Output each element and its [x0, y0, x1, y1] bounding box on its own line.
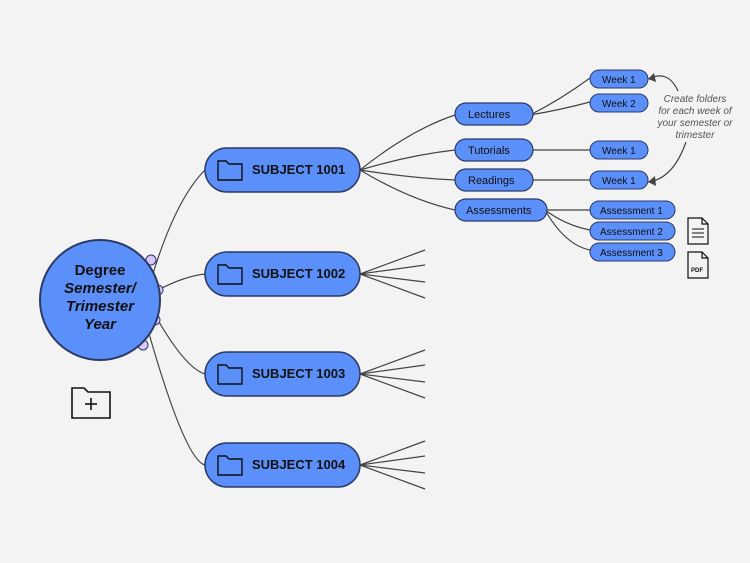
annotation-note: Create folders for each week of your sem…	[656, 94, 733, 141]
subject-label: SUBJECT 1002	[252, 266, 345, 281]
edge-stub	[360, 350, 425, 374]
edge-stub	[360, 265, 425, 274]
subject-label: SUBJECT 1004	[252, 457, 346, 472]
lecture-week-1-node: Week 1	[590, 70, 648, 88]
assessment-1-node: Assessment 1	[590, 201, 675, 219]
add-folder-icon	[72, 388, 110, 418]
category-readings-node: Readings	[455, 169, 533, 191]
pdf-icon: PDF	[688, 252, 708, 278]
arrowhead-icon	[648, 176, 656, 186]
svg-text:PDF: PDF	[691, 268, 703, 274]
leaf-label: Week 1	[602, 176, 636, 187]
mindmap-diagram: Degree Semester/ Trimester Year SUBJECT …	[0, 0, 750, 563]
note-line: Create folders	[664, 94, 727, 105]
subject-1003-node: SUBJECT 1003	[205, 352, 360, 396]
edge-subj1-tutorials	[360, 150, 455, 170]
reading-week-1-node: Week 1	[590, 171, 648, 189]
edge-stub	[360, 456, 425, 465]
note-line: for each week of	[658, 106, 733, 117]
leaf-label: Week 2	[602, 99, 636, 110]
lecture-week-2-node: Week 2	[590, 94, 648, 112]
assessment-2-node: Assessment 2	[590, 222, 675, 240]
category-lectures-node: Lectures	[455, 103, 533, 125]
subject-label: SUBJECT 1001	[252, 162, 345, 177]
category-label: Tutorials	[468, 145, 510, 157]
leaf-label: Week 1	[602, 75, 636, 86]
tutorial-week-1-node: Week 1	[590, 141, 648, 159]
edge-assess-3	[545, 210, 590, 250]
assessment-3-node: Assessment 3	[590, 243, 675, 261]
edge-root-subj1	[151, 170, 205, 280]
subject-1002-node: SUBJECT 1002	[205, 252, 360, 296]
category-tutorials-node: Tutorials	[455, 139, 533, 161]
edge-stub	[360, 250, 425, 274]
subject-1001-node: SUBJECT 1001	[205, 148, 360, 192]
root-node: Degree Semester/ Trimester Year	[40, 240, 160, 360]
root-line4: Year	[84, 316, 117, 333]
category-label: Lectures	[468, 109, 511, 121]
edge-stub	[360, 365, 425, 374]
note-line: your semester or	[656, 118, 733, 129]
leaf-label: Assessment 1	[600, 206, 663, 217]
edge-root-subj3	[155, 315, 205, 374]
leaf-label: Assessment 3	[600, 248, 663, 259]
edge-stub	[360, 441, 425, 465]
document-icon	[688, 218, 708, 244]
subject-1004-node: SUBJECT 1004	[205, 443, 360, 487]
annotation-arrow-bottom	[648, 142, 686, 182]
leaf-label: Week 1	[602, 146, 636, 157]
edge-subj1-lectures	[360, 115, 455, 170]
edge-root-subj4	[148, 330, 205, 465]
root-line3: Trimester	[66, 298, 135, 315]
root-line1: Degree	[75, 262, 126, 279]
leaf-label: Assessment 2	[600, 227, 663, 238]
note-line: trimester	[676, 130, 716, 141]
root-line2: Semester/	[64, 280, 138, 297]
edge-root-subj2	[158, 274, 205, 290]
edge-lectures-w2	[530, 102, 590, 115]
subject-label: SUBJECT 1003	[252, 366, 345, 381]
category-label: Assessments	[466, 205, 532, 217]
category-label: Readings	[468, 175, 515, 187]
arrowhead-icon	[648, 73, 656, 82]
category-assessments-node: Assessments	[455, 199, 547, 221]
